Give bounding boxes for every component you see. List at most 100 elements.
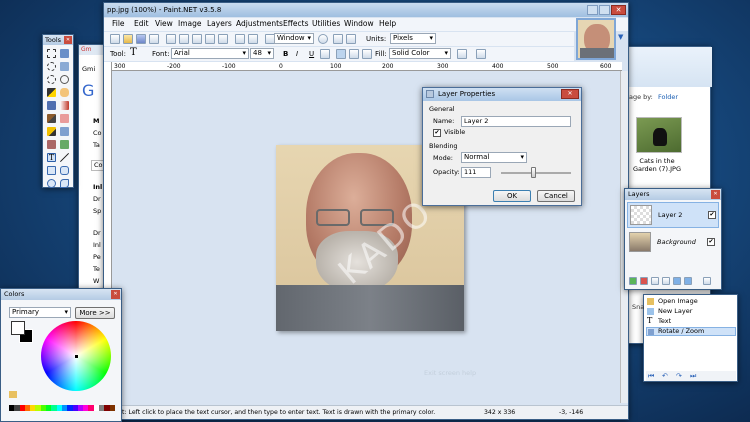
- layer-name-input[interactable]: Layer 2: [461, 116, 571, 127]
- clone-stamp-icon[interactable]: [47, 140, 56, 149]
- history-item-text[interactable]: T Text: [646, 316, 736, 326]
- layers-close-button[interactable]: ✕: [711, 190, 720, 199]
- history-item-new-layer[interactable]: New Layer: [646, 307, 736, 316]
- duplicate-layer-icon[interactable]: [651, 277, 659, 285]
- menu-adjustments[interactable]: Adjustments: [236, 18, 283, 30]
- antialias-icon[interactable]: [476, 49, 486, 59]
- align-left-icon[interactable]: [336, 49, 346, 59]
- menu-window[interactable]: Window: [344, 18, 374, 30]
- palette-strip[interactable]: [9, 405, 115, 417]
- magic-wand-icon[interactable]: [47, 88, 56, 97]
- bold-button[interactable]: B: [283, 49, 288, 59]
- rectangle-icon[interactable]: [47, 166, 56, 175]
- frag-6[interactable]: Inl: [93, 183, 102, 192]
- history-item-rotate-zoom[interactable]: Rotate / Zoom: [646, 327, 736, 336]
- italic-button[interactable]: I: [296, 49, 298, 59]
- menu-utilities[interactable]: Utilities: [312, 18, 340, 30]
- pencil-icon[interactable]: [47, 127, 56, 136]
- cat-thumbnail[interactable]: [636, 117, 682, 153]
- copy-icon[interactable]: [179, 34, 189, 44]
- recolor-icon[interactable]: [60, 140, 69, 149]
- fast-forward-icon[interactable]: ⏭: [690, 371, 696, 381]
- background-visible-checkbox[interactable]: ✔: [707, 238, 715, 246]
- move-selection-icon[interactable]: [60, 49, 69, 58]
- current-tool-icon[interactable]: T: [130, 48, 137, 58]
- rounded-rect-icon[interactable]: [60, 166, 69, 175]
- font-size-dropdown[interactable]: 48: [250, 48, 274, 59]
- ellipse-icon[interactable]: [47, 179, 56, 188]
- text-tool-icon[interactable]: T: [47, 153, 56, 162]
- image-thumbnail[interactable]: [576, 18, 616, 60]
- frag-13[interactable]: W: [93, 277, 99, 286]
- ellipse-select-icon[interactable]: [47, 75, 56, 84]
- menu-image[interactable]: Image: [178, 18, 202, 30]
- arrange-folder-link[interactable]: Folder: [658, 93, 678, 102]
- paintbrush-icon[interactable]: [47, 114, 56, 123]
- eraser-icon[interactable]: [60, 114, 69, 123]
- paste-icon[interactable]: [192, 34, 202, 44]
- dialog-close-button[interactable]: ✕: [561, 89, 579, 99]
- maximize-button[interactable]: [599, 5, 610, 15]
- gradient-icon[interactable]: [60, 101, 69, 110]
- align-right-icon[interactable]: [362, 49, 372, 59]
- align-center-icon[interactable]: [349, 49, 359, 59]
- frag-11[interactable]: Pe: [93, 253, 101, 262]
- blend-mode-icon[interactable]: [457, 49, 467, 59]
- print-icon[interactable]: [149, 34, 159, 44]
- blend-mode-dropdown[interactable]: Normal: [461, 152, 527, 163]
- menu-layers[interactable]: Layers: [207, 18, 232, 30]
- line-icon[interactable]: [60, 153, 69, 162]
- tools-close-button[interactable]: ✕: [64, 36, 72, 44]
- menu-edit[interactable]: Edit: [134, 18, 149, 30]
- frag-7[interactable]: Dr: [93, 195, 101, 204]
- thumbnail-scroll-icon[interactable]: ▼: [618, 33, 626, 41]
- rotate-left-icon[interactable]: [333, 34, 343, 44]
- opacity-slider-track[interactable]: [501, 172, 571, 174]
- layer2-visible-checkbox[interactable]: ✔: [708, 211, 716, 219]
- redo-history-icon[interactable]: ↷: [676, 371, 682, 381]
- opacity-slider-thumb[interactable]: [531, 167, 536, 178]
- crop-icon[interactable]: [205, 34, 215, 44]
- frag-8[interactable]: Sp: [93, 207, 101, 216]
- rect-select-icon[interactable]: [47, 49, 56, 58]
- ok-button[interactable]: OK: [493, 190, 531, 202]
- layer-row-background[interactable]: Background ✔: [627, 230, 719, 256]
- palette-menu-icon[interactable]: [9, 391, 17, 398]
- layer-properties-icon[interactable]: [703, 277, 711, 285]
- colors-close-button[interactable]: ✕: [111, 290, 120, 299]
- add-layer-icon[interactable]: [629, 277, 637, 285]
- undo-icon[interactable]: [235, 34, 245, 44]
- new-file-icon[interactable]: [110, 34, 120, 44]
- opacity-input[interactable]: 111: [461, 167, 491, 178]
- primary-color-swatch[interactable]: [11, 321, 25, 335]
- save-icon[interactable]: [136, 34, 146, 44]
- minimize-button[interactable]: [587, 5, 598, 15]
- window-dropdown[interactable]: Window: [274, 33, 314, 44]
- menu-effects[interactable]: Effects: [283, 18, 309, 30]
- move-pixels-icon[interactable]: [60, 62, 69, 71]
- rewind-icon[interactable]: ⏮: [648, 371, 654, 381]
- layer-row-layer2[interactable]: Layer 2 ✔: [627, 202, 719, 228]
- underline-button[interactable]: U: [309, 49, 314, 59]
- freeform-icon[interactable]: [60, 179, 69, 188]
- font-dropdown[interactable]: Arial: [171, 48, 249, 59]
- color-wheel-cursor[interactable]: [75, 355, 78, 358]
- open-file-icon[interactable]: [123, 34, 133, 44]
- cut-icon[interactable]: [166, 34, 176, 44]
- move-layer-down-icon[interactable]: [684, 277, 692, 285]
- menu-file[interactable]: File: [112, 18, 125, 30]
- color-mode-dropdown[interactable]: Primary: [9, 307, 71, 318]
- frag-9[interactable]: Dr: [93, 229, 101, 238]
- more-button[interactable]: More >>: [75, 307, 115, 319]
- zoom-tool-icon[interactable]: [60, 75, 69, 84]
- fill-dropdown[interactable]: Solid Color: [389, 48, 451, 59]
- merge-layer-icon[interactable]: [662, 277, 670, 285]
- frag-12[interactable]: Te: [93, 265, 100, 274]
- close-button[interactable]: ✕: [611, 5, 626, 15]
- redo-icon[interactable]: [248, 34, 258, 44]
- zoom-icon[interactable]: [318, 34, 328, 44]
- units-dropdown[interactable]: Pixels: [390, 33, 436, 44]
- cancel-button[interactable]: Cancel: [537, 190, 575, 202]
- menu-view[interactable]: View: [155, 18, 173, 30]
- visible-checkbox[interactable]: ✔: [433, 129, 441, 137]
